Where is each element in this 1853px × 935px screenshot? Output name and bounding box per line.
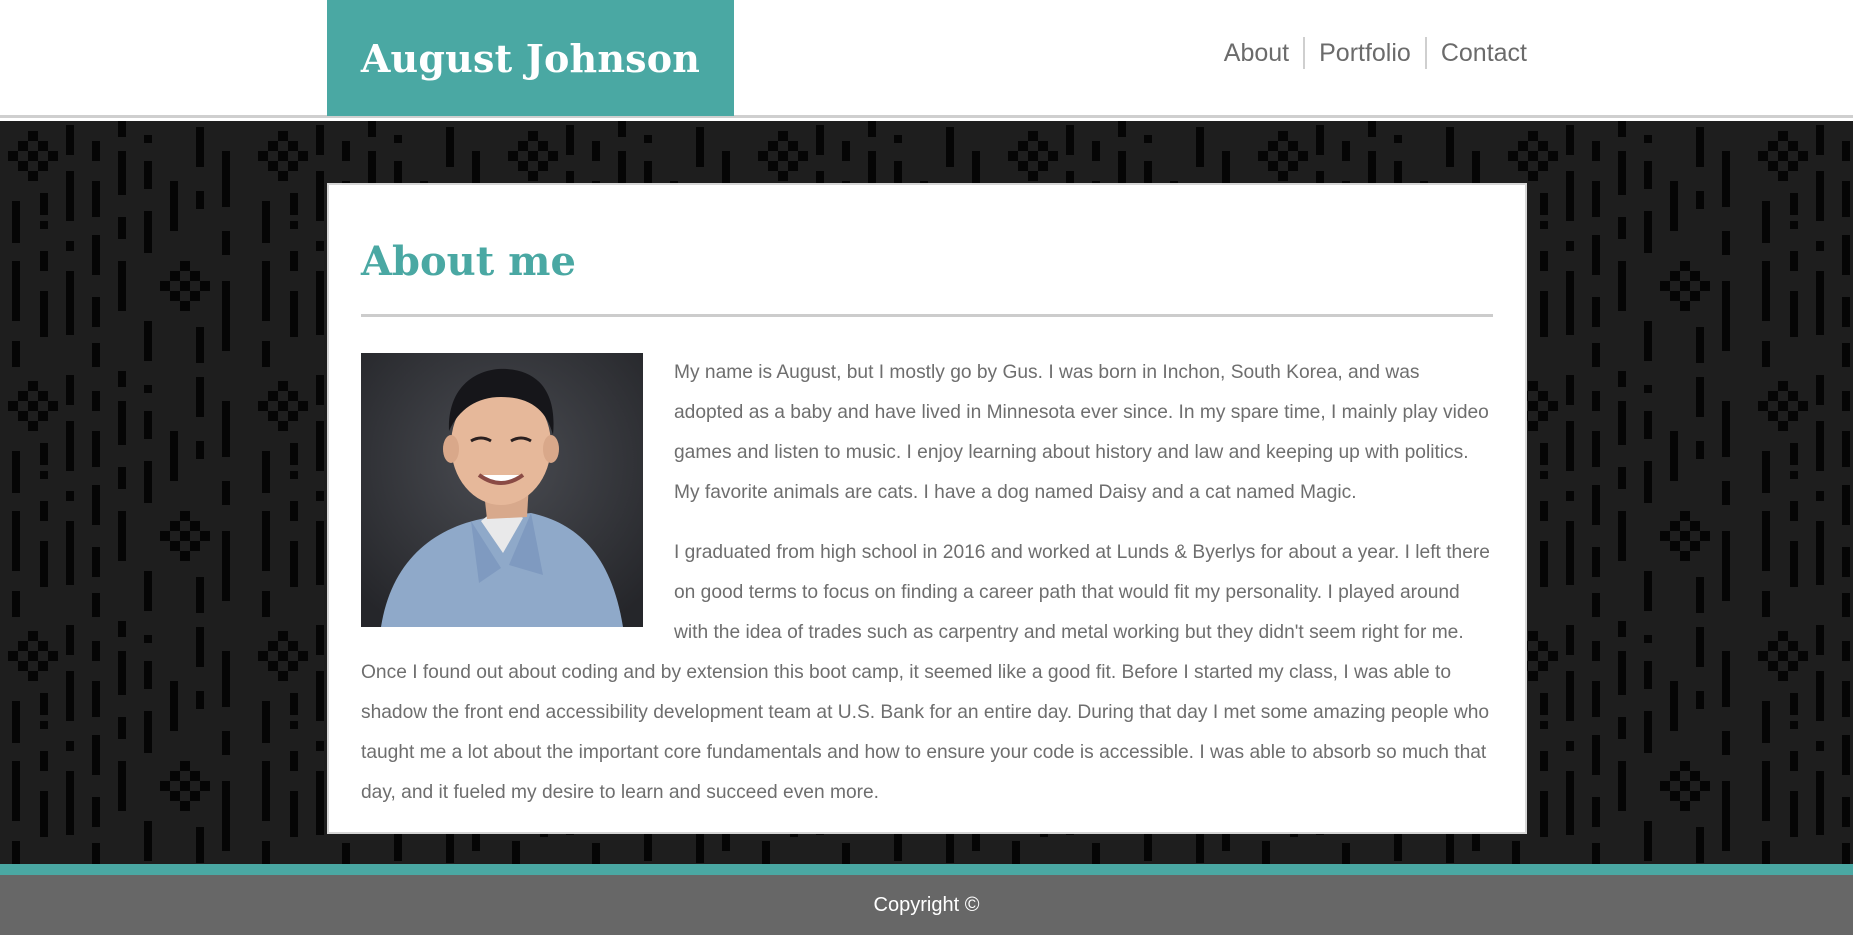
nav-link-contact[interactable]: Contact [1427,38,1527,68]
nav-link-portfolio[interactable]: Portfolio [1305,38,1425,68]
brand-block[interactable]: August Johnson [327,0,734,116]
site-header: August Johnson About Portfolio Contact [0,0,1853,118]
page-title: About me [361,238,576,285]
about-card: About me My name is August, but I mostly… [327,183,1527,834]
profile-photo [361,353,643,627]
copyright-text: Copyright © [873,893,980,916]
site-title[interactable]: August Johnson [361,36,700,81]
about-content: My name is August, but I mostly go by Gu… [361,353,1493,813]
site-footer: Copyright © [0,864,1853,935]
main-nav: About Portfolio Contact [1210,37,1527,69]
title-divider [361,314,1493,317]
nav-link-about[interactable]: About [1210,38,1303,68]
patterned-background: About me My name is August, but I mostly… [0,121,1853,864]
